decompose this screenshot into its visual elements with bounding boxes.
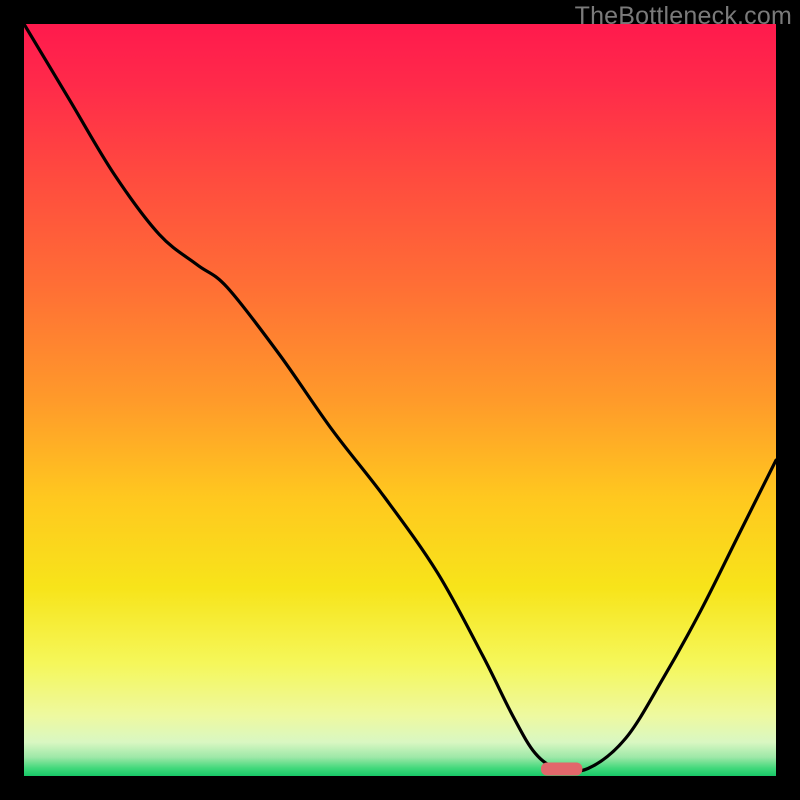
chart-svg xyxy=(24,24,776,776)
watermark-text: TheBottleneck.com xyxy=(575,2,792,31)
gradient-background xyxy=(24,24,776,776)
chart-frame: TheBottleneck.com xyxy=(0,0,800,800)
plot-area xyxy=(24,24,776,776)
optimal-marker xyxy=(541,762,582,775)
